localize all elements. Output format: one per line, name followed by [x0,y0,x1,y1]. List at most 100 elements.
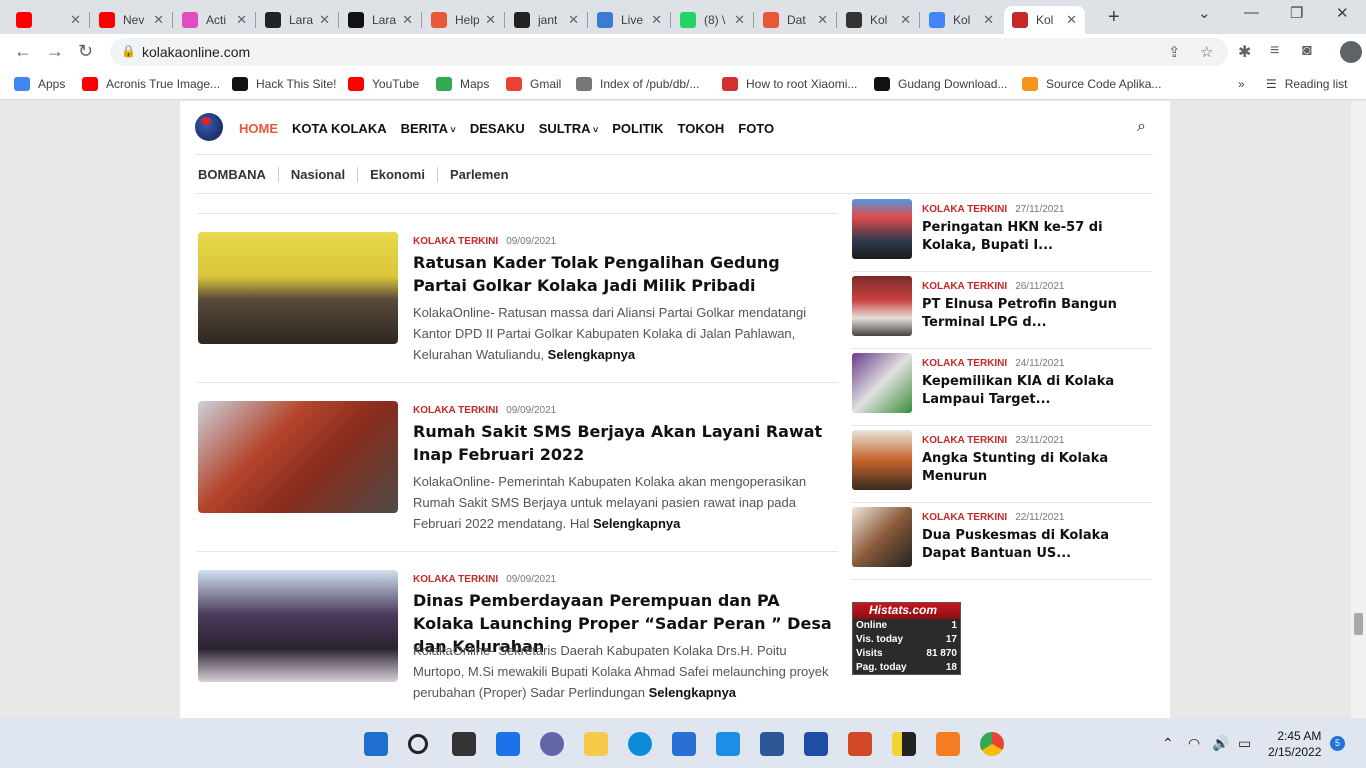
article-title[interactable]: Ratusan Kader Tolak Pengalihan Gedung Pa… [413,251,838,297]
tab-close-icon[interactable]: ✕ [734,12,745,28]
address-bar[interactable]: 🔒 kolakaonline.com ⇪ ☆ [110,38,1228,66]
sidebar-title[interactable]: Kepemilikan KIA di Kolaka Lampaui Target… [922,373,1150,409]
tab-close-icon[interactable]: ✕ [319,12,330,28]
bookmark-item[interactable]: Hack This Site! [232,77,336,91]
histats-counter-widget[interactable]: Histats.com Online 1 Vis. today 17 Visits 81 … [852,602,961,675]
task-view-icon[interactable] [452,732,476,756]
tab-search-icon[interactable]: ⌄ [1198,4,1211,22]
volume-icon[interactable]: 🔊 [1212,735,1229,752]
close-window-button[interactable]: ✕ [1336,4,1349,22]
tab-close-icon[interactable]: ✕ [817,12,828,28]
browser-tab[interactable]: Dat ✕ [755,6,836,34]
article-title[interactable]: Rumah Sakit SMS Berjaya Akan Layani Rawa… [413,420,838,466]
reload-button[interactable]: ↻ [78,41,93,62]
bookmark-item[interactable]: Gudang Download... [874,77,1007,91]
visio-icon[interactable] [804,732,828,756]
subnav-item[interactable]: Nasional [277,167,357,182]
sidebar-thumbnail[interactable] [852,353,912,413]
browser-tab[interactable]: Lara ✕ [340,6,421,34]
browser-tab[interactable]: Acti ✕ [174,6,255,34]
browser-tab[interactable]: ✕ [8,6,89,34]
store-icon[interactable] [672,732,696,756]
tab-close-icon[interactable]: ✕ [402,12,413,28]
tab-close-icon[interactable]: ✕ [70,12,81,28]
subnav-item[interactable]: Ekonomi [357,167,437,182]
browser-tab[interactable]: Kol ✕ [838,6,919,34]
bookmark-item[interactable]: Maps [436,77,489,91]
tab-close-icon[interactable]: ✕ [900,12,911,28]
media-icon[interactable]: ≡ [1270,42,1279,60]
browser-tab[interactable]: jant ✕ [506,6,587,34]
sidebar-title[interactable]: PT Elnusa Petrofin Bangun Terminal LPG d… [922,296,1150,332]
bookmark-item[interactable]: How to root Xiaomi... [722,77,857,91]
scrollbar-thumb[interactable] [1354,613,1363,635]
article-category[interactable]: KOLAKA TERKINI [413,236,498,247]
system-clock[interactable]: 2:45 AM 2/15/2022 [1268,728,1321,760]
sidebar-category[interactable]: KOLAKA TERKINI [922,435,1007,446]
sidebar-title[interactable]: Peringatan HKN ke-57 di Kolaka, Bupati I… [922,219,1150,255]
sidebar-title[interactable]: Dua Puskesmas di Kolaka Dapat Bantuan US… [922,527,1150,563]
tab-close-icon[interactable]: ✕ [1066,12,1077,28]
profile-avatar[interactable] [1340,41,1362,63]
bookmark-item[interactable]: Source Code Aplika... [1022,77,1161,91]
article-category[interactable]: KOLAKA TERKINI [413,405,498,416]
bookmark-item[interactable]: Index of /pub/db/... [576,77,699,91]
nav-item-sultra[interactable]: SULTRA ˅ [539,121,599,136]
extensions-icon[interactable]: ✱ [1238,42,1251,62]
more-bookmarks-icon[interactable]: » [1238,77,1245,91]
browser-tab[interactable]: Live ✕ [589,6,670,34]
search-icon[interactable]: ⌕ [1137,118,1146,136]
bookmark-star-icon[interactable]: ☆ [1200,43,1213,61]
subnav-item[interactable]: BOMBANA [198,167,278,182]
chat-icon[interactable] [540,732,564,756]
start-icon[interactable] [364,732,388,756]
new-tab-button[interactable]: + [1108,6,1120,29]
sidebar-thumbnail[interactable] [852,199,912,259]
page-scrollbar[interactable] [1351,101,1366,718]
sidebar-thumbnail[interactable] [852,507,912,567]
share-icon[interactable]: ⇪ [1168,43,1181,61]
chrome-icon[interactable] [980,732,1004,756]
vscode-icon[interactable] [716,732,740,756]
search-taskbar-icon[interactable] [408,734,428,754]
maximize-button[interactable]: ❐ [1290,4,1303,22]
article-category[interactable]: KOLAKA TERKINI [413,574,498,585]
tab-close-icon[interactable]: ✕ [236,12,247,28]
widgets-icon[interactable] [496,732,520,756]
tab-close-icon[interactable]: ✕ [153,12,164,28]
minimize-button[interactable]: — [1244,4,1259,21]
bookmark-item[interactable]: YouTube [348,77,419,91]
sticky-notes-icon[interactable] [892,732,916,756]
back-button[interactable]: ← [14,41,32,62]
nav-item-politik[interactable]: POLITIK [612,121,663,136]
xampp-icon[interactable] [936,732,960,756]
read-more-link[interactable]: Selengkapnya [649,685,736,700]
edge-icon[interactable] [628,732,652,756]
tray-chevron-icon[interactable]: ⌃ [1162,735,1174,752]
sidebar-category[interactable]: KOLAKA TERKINI [922,512,1007,523]
article-thumbnail[interactable] [198,401,398,513]
nav-item-tokoh[interactable]: TOKOH [678,121,725,136]
read-more-link[interactable]: Selengkapnya [593,516,680,531]
bookmark-item[interactable]: Acronis True Image... [82,77,220,91]
subnav-item[interactable]: Parlemen [436,167,521,182]
tab-close-icon[interactable]: ✕ [568,12,579,28]
sidebar-thumbnail[interactable] [852,430,912,490]
sidebar-thumbnail[interactable] [852,276,912,336]
browser-tab[interactable]: Kol ✕ [921,6,1002,34]
forward-button[interactable]: → [46,41,64,62]
word-icon[interactable] [760,732,784,756]
powerpoint-icon[interactable] [848,732,872,756]
tab-close-icon[interactable]: ✕ [651,12,662,28]
nav-item-desaku[interactable]: DESAKU [470,121,525,136]
file-explorer-icon[interactable] [584,732,608,756]
browser-tab[interactable]: Lara ✕ [257,6,338,34]
sidebar-title[interactable]: Angka Stunting di Kolaka Menurun [922,450,1150,486]
tab-close-icon[interactable]: ✕ [485,12,496,28]
nav-item-home[interactable]: HOME [239,121,278,136]
read-more-link[interactable]: Selengkapnya [548,347,635,362]
notification-badge[interactable]: 5 [1330,736,1345,751]
browser-tab[interactable]: Nev ✕ [91,6,172,34]
battery-icon[interactable]: ▭ [1238,735,1251,752]
wifi-icon[interactable]: ◠ [1188,735,1200,752]
